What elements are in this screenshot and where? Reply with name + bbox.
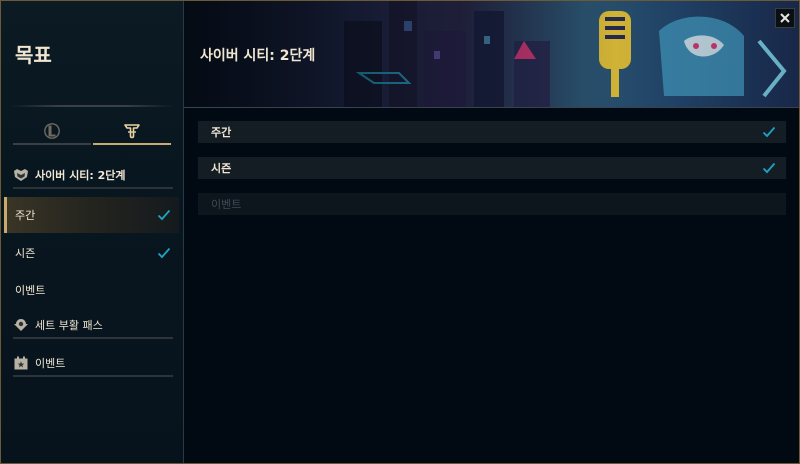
sidebar-item-label: 시즌 <box>15 247 36 260</box>
objective-row-event: 이벤트 <box>198 193 786 215</box>
tab-underline-active <box>93 143 171 145</box>
checkmark-icon <box>157 209 171 221</box>
tab-league-of-legends[interactable] <box>13 117 91 145</box>
game-tabs <box>13 117 173 145</box>
row-label: 주간 <box>211 126 232 139</box>
sidebar-item-event[interactable]: 이벤트 <box>4 272 179 308</box>
sidebar-group-label: 세트 부활 패스 <box>35 319 103 332</box>
objective-row-season[interactable]: 시즌 <box>198 157 786 179</box>
checkmark-icon <box>762 162 776 174</box>
divider <box>13 337 173 339</box>
sidebar-item-label: 주간 <box>15 209 36 222</box>
sidebar-group-label: 이벤트 <box>35 357 66 370</box>
close-icon <box>780 13 790 23</box>
divider <box>13 375 173 377</box>
checkmark-icon <box>762 126 776 138</box>
lol-logo-icon <box>44 123 60 139</box>
sidebar-item-weekly[interactable]: 주간 <box>4 197 179 233</box>
event-calendar-icon <box>14 356 28 370</box>
row-label: 시즌 <box>211 162 232 175</box>
header-banner: 사이버 시티: 2단계 <box>184 1 799 108</box>
page-title: 목표 <box>15 43 52 67</box>
revival-pass-icon <box>14 319 28 331</box>
sidebar-group-revival-pass[interactable]: 세트 부활 패스 <box>13 313 173 337</box>
divider <box>13 187 173 189</box>
objectives-window: 목표 사이버 시티: 2단계 주간 시즌 이벤트 세트 부활 패스 이벤트 사이… <box>0 0 800 464</box>
row-label: 이벤트 <box>211 198 242 211</box>
tab-underline <box>13 143 91 145</box>
section-header-label: 사이버 시티: 2단계 <box>35 169 126 182</box>
tab-teamfight-tactics[interactable] <box>93 117 171 145</box>
active-indicator <box>4 197 7 233</box>
sidebar: 목표 사이버 시티: 2단계 주간 시즌 이벤트 세트 부활 패스 이벤트 <box>1 1 184 463</box>
tft-logo-icon <box>124 124 140 139</box>
sidebar-group-event[interactable]: 이벤트 <box>13 351 173 375</box>
sidebar-item-season[interactable]: 시즌 <box>4 235 179 271</box>
close-button[interactable] <box>775 8 795 28</box>
banner-title: 사이버 시티: 2단계 <box>200 48 316 64</box>
section-header-cyber-city[interactable]: 사이버 시티: 2단계 <box>13 163 173 187</box>
objective-row-weekly[interactable]: 주간 <box>198 121 786 143</box>
checkmark-icon <box>157 247 171 259</box>
cyber-city-icon <box>14 169 28 181</box>
sidebar-item-label: 이벤트 <box>15 284 46 297</box>
divider <box>9 105 175 107</box>
